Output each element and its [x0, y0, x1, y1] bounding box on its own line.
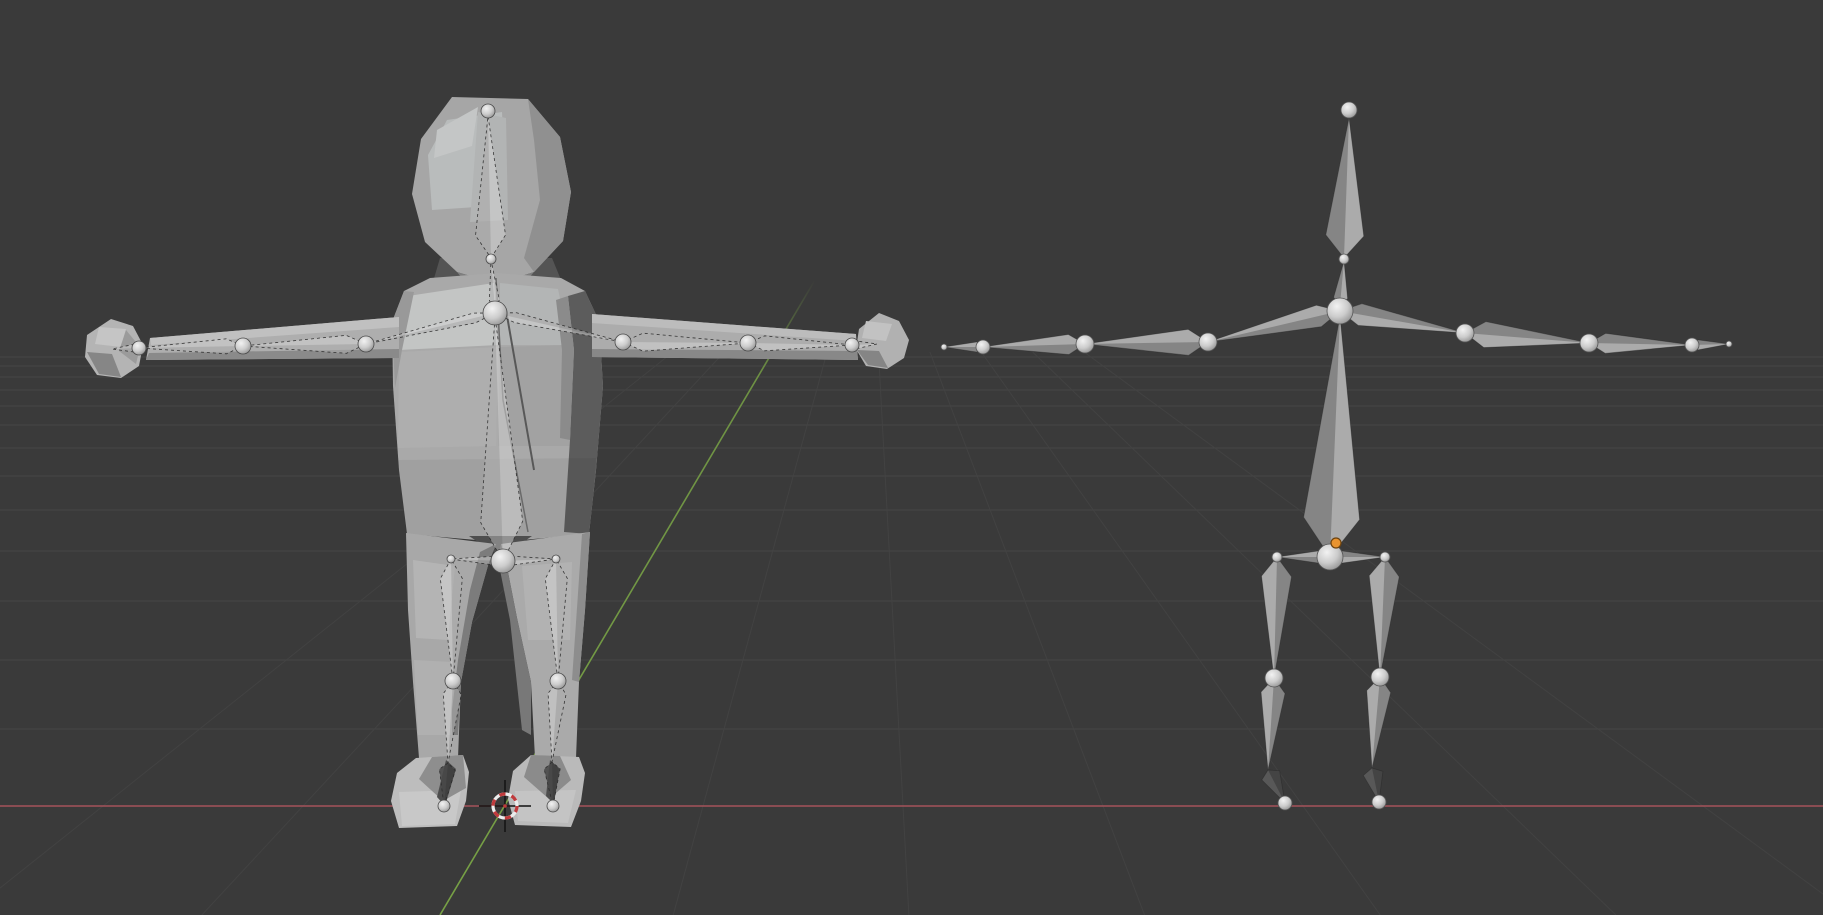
armature-joint-shoulder-l — [1199, 333, 1217, 351]
character-joint-wrist-r — [845, 338, 859, 352]
viewport-background — [0, 0, 1823, 915]
armature-joint-wrist-l — [976, 340, 990, 354]
character-joint-knee-l — [445, 673, 461, 689]
character-joint-hip-r — [552, 555, 560, 563]
abdomen-facet-left — [398, 347, 498, 448]
armature-joint-chest — [1327, 298, 1353, 324]
character-joint-neck — [486, 254, 496, 264]
viewport-canvas[interactable] — [0, 0, 1823, 915]
character-joint-elbow-l — [235, 338, 251, 354]
blender-3d-viewport[interactable] — [0, 0, 1823, 915]
right-foot-mesh — [508, 755, 585, 827]
armature-joint-elbow-l — [1076, 335, 1094, 353]
character-joint-toe-r — [547, 800, 559, 812]
character-joint-shoulder-r — [615, 334, 631, 350]
character-joint-shoulder-l — [358, 336, 374, 352]
armature-joint-pelvis — [1317, 544, 1343, 570]
armature-joint-shoulder-r — [1456, 324, 1474, 342]
armature-origin-dot — [1331, 538, 1341, 548]
armature-joint-elbow-r — [1580, 334, 1598, 352]
character-joint-pelvis — [491, 549, 515, 573]
armature-joint-wrist-r — [1685, 338, 1699, 352]
character-joint-knee-r — [550, 673, 566, 689]
character-joint-wrist-l — [132, 341, 146, 355]
character-joint-hip-l — [447, 555, 455, 563]
armature-joint-knee-l — [1265, 669, 1283, 687]
armature-joint-hip-l — [1272, 552, 1282, 562]
armature-joint-neck — [1339, 254, 1349, 264]
armature-joint-head-top — [1341, 102, 1357, 118]
armature-joint-hand-tip-r — [1726, 341, 1732, 347]
character-joint-chest — [483, 301, 507, 325]
armature-joint-hand-tip-l — [941, 344, 947, 350]
armature-joint-toe-l — [1278, 796, 1292, 810]
character-joint-head-top — [481, 104, 495, 118]
character-joint-elbow-r — [740, 335, 756, 351]
armature-joint-knee-r — [1371, 668, 1389, 686]
character-joint-toe-l — [438, 800, 450, 812]
armature-joint-toe-r — [1372, 795, 1386, 809]
cursor-center-dot — [503, 804, 507, 808]
armature-joint-hip-r — [1380, 552, 1390, 562]
